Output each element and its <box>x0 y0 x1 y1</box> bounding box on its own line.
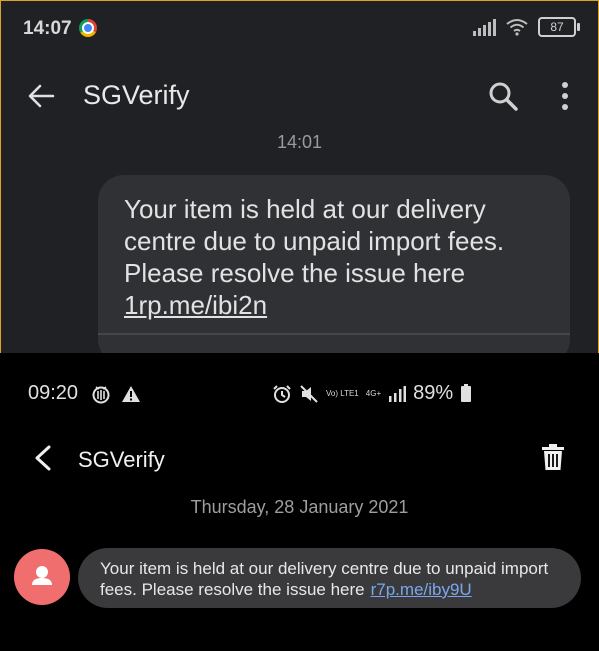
person-icon <box>32 566 52 585</box>
chrome-icon <box>79 19 97 37</box>
conversation-title: SGVerify <box>78 447 165 472</box>
top-screenshot: 14:07 87 SGVerify 14:01 Your item is hel… <box>0 0 599 354</box>
more-options-icon[interactable] <box>561 82 569 110</box>
signal-icon <box>473 18 496 36</box>
bubble-divider <box>98 333 570 335</box>
status-time: 14:07 <box>23 18 72 39</box>
message-text: Your item is held at our delivery centre… <box>124 194 505 288</box>
battery-percent: 89% <box>413 382 454 404</box>
network-type: 4G+ <box>365 389 382 398</box>
status-icons: 87 <box>473 17 580 37</box>
message-text: Your item is held at our delivery centre… <box>100 559 549 599</box>
status-icons: Vo) LTE1 4G+ 89% <box>272 382 472 405</box>
bottom-screenshot: 09:20 Vo) LTE1 4G+ 89% SGVerify Thursday… <box>0 353 599 651</box>
conversation-header: SGVerify <box>1 76 598 120</box>
date-separator: Thursday, 28 January 2021 <box>190 497 409 517</box>
conversation-title: SGVerify <box>83 80 190 110</box>
status-time: 09:20 <box>28 382 79 404</box>
battery-icon <box>461 383 472 402</box>
back-arrow-icon[interactable] <box>27 82 55 110</box>
volte-indicator: Vo) LTE1 <box>326 389 359 398</box>
message-body: Your item is held at our delivery centre… <box>100 558 570 600</box>
battery-indicator: 87 <box>538 17 580 37</box>
status-bar: 14:07 87 <box>23 15 580 43</box>
alarm-icon <box>273 384 291 403</box>
message-timestamp: 14:01 <box>276 132 323 152</box>
back-chevron-icon[interactable] <box>34 445 52 471</box>
mute-icon <box>300 384 318 403</box>
message-bubble[interactable]: Your item is held at our delivery centre… <box>98 175 570 353</box>
wifi-icon <box>506 19 528 36</box>
status-bar: 09:20 Vo) LTE1 4G+ 89% <box>28 382 571 406</box>
trash-icon[interactable] <box>541 444 565 470</box>
signal-icon <box>389 385 407 402</box>
message-link[interactable]: r7p.me/iby9U <box>371 580 472 599</box>
search-icon[interactable] <box>487 80 519 112</box>
message-link[interactable]: 1rp.me/ibi2n <box>124 290 267 320</box>
contact-avatar[interactable] <box>14 549 70 605</box>
fan-icon <box>92 386 110 404</box>
warning-icon <box>122 386 140 402</box>
message-bubble[interactable]: Your item is held at our delivery centre… <box>78 548 581 608</box>
message-body: Your item is held at our delivery centre… <box>124 193 554 321</box>
